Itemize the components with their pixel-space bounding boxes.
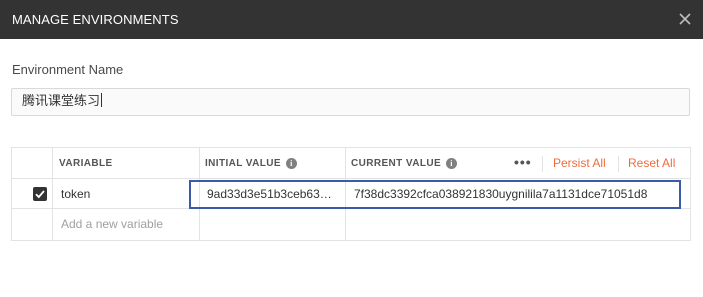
header-variable: VARIABLE	[59, 158, 113, 169]
dialog-header: MANAGE ENVIRONMENTS	[0, 0, 703, 39]
initial-value-cell[interactable]: 9ad33d3e51b3ceb63…	[207, 179, 341, 209]
environment-name-value: 腾讯课堂练习	[22, 94, 101, 109]
header-current-value: CURRENT VALUE i	[351, 148, 458, 179]
text-caret	[101, 93, 103, 107]
header-separator	[542, 156, 543, 172]
persist-all-button[interactable]: Persist All	[553, 148, 606, 179]
close-icon[interactable]	[675, 9, 695, 29]
variable-key-cell[interactable]: token	[61, 179, 191, 209]
environment-name-input[interactable]: 腾讯课堂练习	[11, 88, 690, 116]
environment-name-label: Environment Name	[12, 62, 124, 77]
new-variable-row: Add a new variable	[12, 209, 690, 240]
row-enabled-checkbox[interactable]	[33, 187, 47, 201]
variables-table: VARIABLE INITIAL VALUE i CURRENT VALUE i •…	[11, 147, 691, 241]
header-current-value-label: CURRENT VALUE	[351, 158, 442, 169]
info-icon[interactable]: i	[446, 158, 458, 169]
current-value-cell[interactable]: 7f38dc3392cfca038921830uygnilila7a1131dc…	[354, 179, 674, 209]
header-separator	[618, 156, 619, 172]
reset-all-button[interactable]: Reset All	[628, 148, 675, 179]
new-variable-input[interactable]: Add a new variable	[61, 209, 196, 239]
header-initial-value: INITIAL VALUE i	[205, 148, 297, 179]
info-icon[interactable]: i	[285, 158, 297, 169]
dialog-title: MANAGE ENVIRONMENTS	[12, 12, 179, 27]
table-row: token 9ad33d3e51b3ceb63… 7f38dc3392cfca0…	[12, 179, 690, 209]
more-options-icon[interactable]: •••	[514, 148, 532, 179]
header-initial-value-label: INITIAL VALUE	[205, 158, 281, 169]
table-header-row: VARIABLE INITIAL VALUE i CURRENT VALUE i •…	[12, 148, 690, 179]
